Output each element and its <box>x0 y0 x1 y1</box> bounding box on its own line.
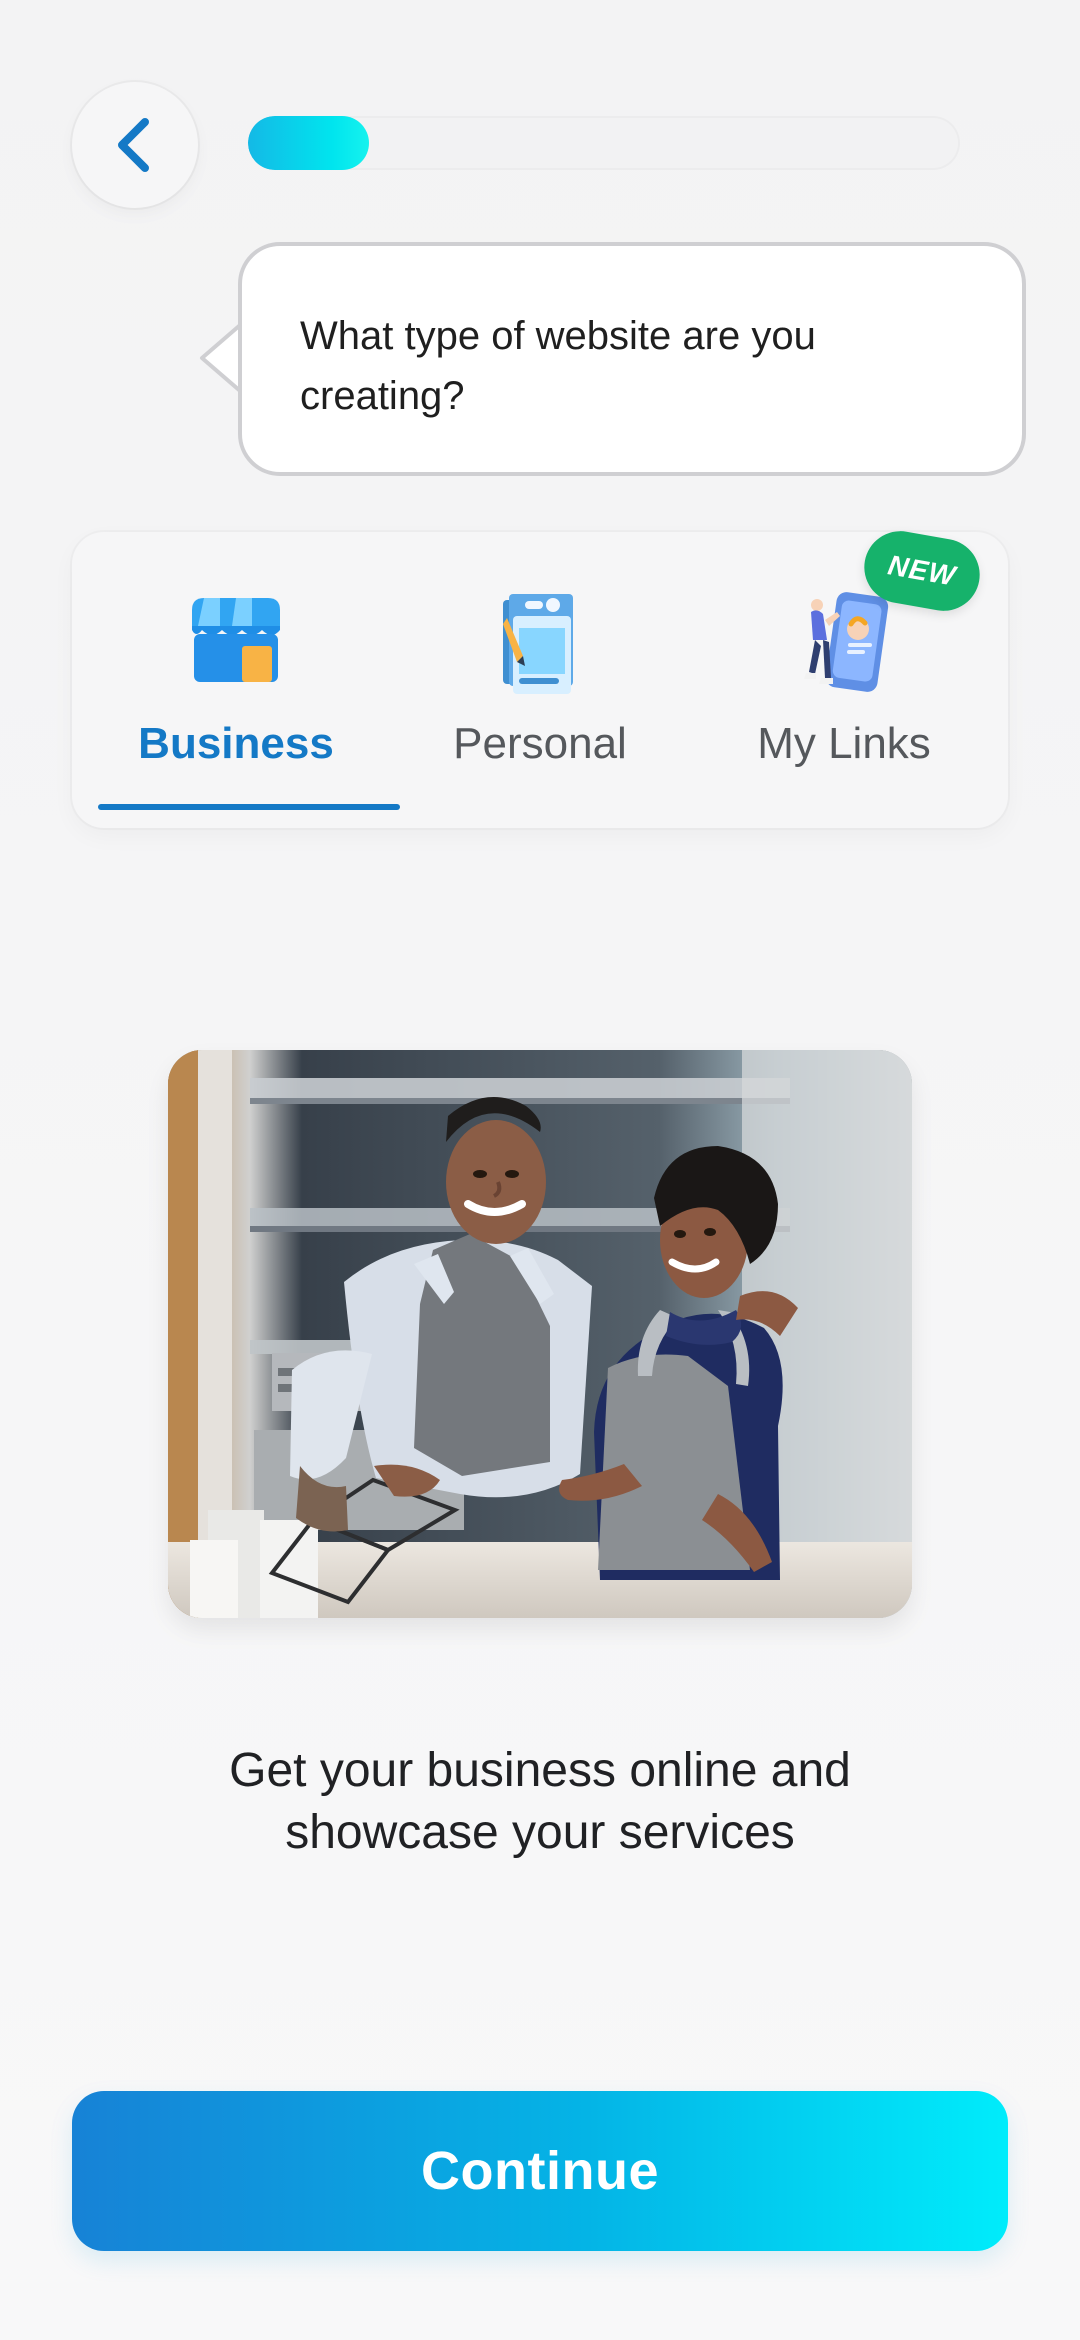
selection-description: Get your business online and showcase yo… <box>229 1744 851 1859</box>
continue-button[interactable]: Continue <box>72 2091 1008 2251</box>
progress-bar <box>248 116 960 170</box>
question-text: What type of website are you creating? <box>300 314 816 418</box>
continue-button-label: Continue <box>421 2141 659 2201</box>
back-button[interactable] <box>72 82 198 208</box>
progress-fill <box>248 116 370 170</box>
tab-business[interactable]: Business <box>84 532 400 828</box>
question-bubble: What type of website are you creating? <box>238 242 1026 476</box>
business-photo-illustration <box>168 1050 912 1618</box>
phone-profile-icon <box>804 592 889 692</box>
chevron-left-icon <box>118 118 149 172</box>
tab-business-label: Business <box>138 719 334 768</box>
business-photo <box>168 1050 912 1618</box>
tab-my-links-label: My Links <box>757 719 931 768</box>
tab-personal-label: Personal <box>453 719 627 768</box>
storefront-icon <box>192 598 280 682</box>
tab-personal[interactable]: Personal <box>388 532 692 828</box>
new-badge-label: NEW <box>885 549 959 592</box>
document-pencil-icon <box>503 594 573 694</box>
active-tab-indicator <box>98 804 400 810</box>
